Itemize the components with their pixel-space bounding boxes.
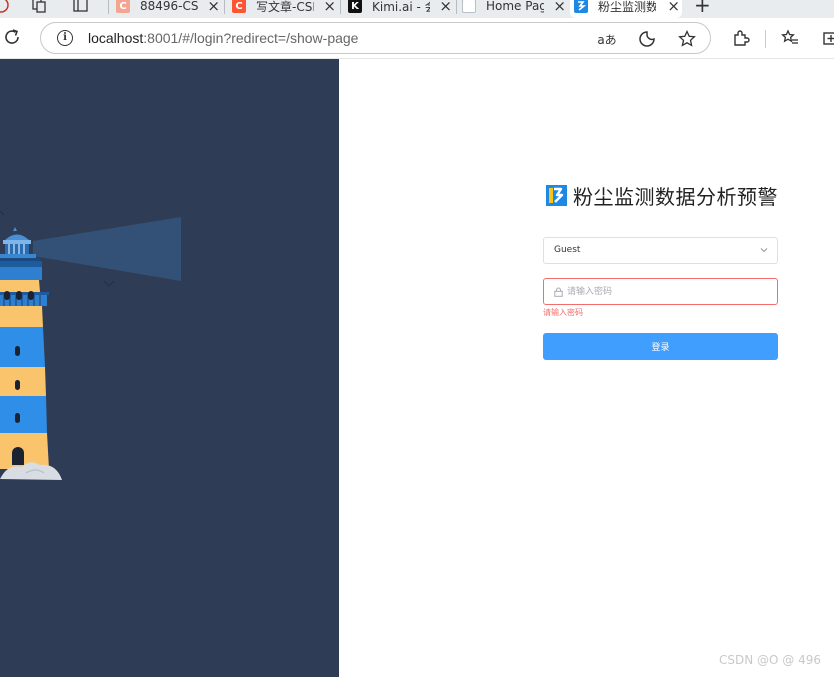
tab-active-app[interactable]: 粉尘监测数 × — [570, 0, 682, 18]
tab-separator — [340, 0, 341, 14]
page-icon — [462, 0, 476, 13]
tab-csdn-1[interactable]: C 88496-CSDN × — [112, 0, 222, 18]
tab-csdn-2[interactable]: C 写文章-CSDN × — [228, 0, 338, 18]
extensions-icon[interactable] — [730, 27, 752, 49]
password-input[interactable] — [567, 282, 767, 302]
tab-title: 写文章-CSDN — [256, 0, 314, 14]
toolbar-separator — [765, 30, 766, 48]
reload-icon[interactable] — [2, 27, 22, 47]
brand-header: 粉尘监测数据分析预警 — [546, 181, 778, 210]
close-icon[interactable]: × — [207, 0, 220, 15]
app-logo-icon — [546, 185, 567, 206]
browser-tab-strip: C 88496-CSDN × C 写文章-CSDN × K Kimi.ai - … — [0, 0, 834, 18]
lighthouse-illustration — [0, 210, 181, 480]
close-icon[interactable]: × — [439, 0, 452, 15]
user-select-value: Guest — [554, 245, 581, 255]
favorite-star-icon[interactable] — [677, 29, 697, 49]
app-logo-icon — [574, 0, 588, 13]
csdn-icon: C — [116, 0, 130, 13]
read-aloud-icon[interactable]: aあ — [597, 29, 617, 49]
tab-separator — [224, 0, 225, 14]
tab-home-page[interactable]: Home Page × — [458, 0, 568, 18]
tab-title: 88496-CSDN — [140, 0, 198, 13]
user-select[interactable]: Guest — [543, 237, 778, 264]
tab-kimi[interactable]: K Kimi.ai - 会 × — [344, 0, 454, 18]
browser-essentials-icon[interactable] — [637, 29, 657, 49]
login-button[interactable]: 登录 — [543, 333, 778, 360]
close-icon[interactable]: × — [667, 0, 680, 15]
kimi-icon: K — [348, 0, 362, 13]
app-title: 粉尘监测数据分析预警 — [573, 185, 778, 209]
password-field[interactable] — [543, 278, 778, 305]
site-info-icon[interactable]: i — [57, 30, 73, 46]
url-path: :8001/#/login?redirect=/show-page — [143, 30, 359, 46]
address-bar[interactable]: i localhost:8001/#/login?redirect=/show-… — [40, 22, 711, 54]
collections-icon[interactable] — [820, 27, 834, 49]
workspaces-icon[interactable] — [30, 0, 48, 16]
profile-avatar-icon[interactable] — [0, 0, 10, 16]
chevron-down-icon — [760, 248, 768, 253]
favorites-icon[interactable] — [779, 27, 801, 49]
new-tab-button[interactable]: + — [694, 0, 711, 17]
login-panel: 粉尘监测数据分析预警 Guest 请输入密码 登录 CSDN @O @ 496 — [339, 59, 834, 677]
close-icon[interactable]: × — [553, 0, 566, 15]
csdn-watermark: CSDN @O @ 496 — [719, 653, 822, 667]
tab-separator — [456, 0, 457, 14]
tab-title: Home Page — [486, 0, 544, 13]
browser-toolbar: i localhost:8001/#/login?redirect=/show-… — [0, 18, 834, 59]
lock-icon — [554, 287, 563, 297]
tab-separator — [108, 0, 109, 14]
close-icon[interactable]: × — [323, 0, 336, 15]
login-illustration-panel — [0, 59, 339, 677]
password-error-message: 请输入密码 — [543, 308, 583, 317]
tab-title: Kimi.ai - 会 — [372, 0, 430, 14]
url-host: localhost — [88, 30, 144, 46]
csdn-icon: C — [232, 0, 246, 13]
url-text[interactable]: localhost:8001/#/login?redirect=/show-pa… — [88, 30, 358, 46]
vertical-tabs-icon[interactable] — [72, 0, 90, 16]
tab-title: 粉尘监测数 — [598, 0, 656, 14]
